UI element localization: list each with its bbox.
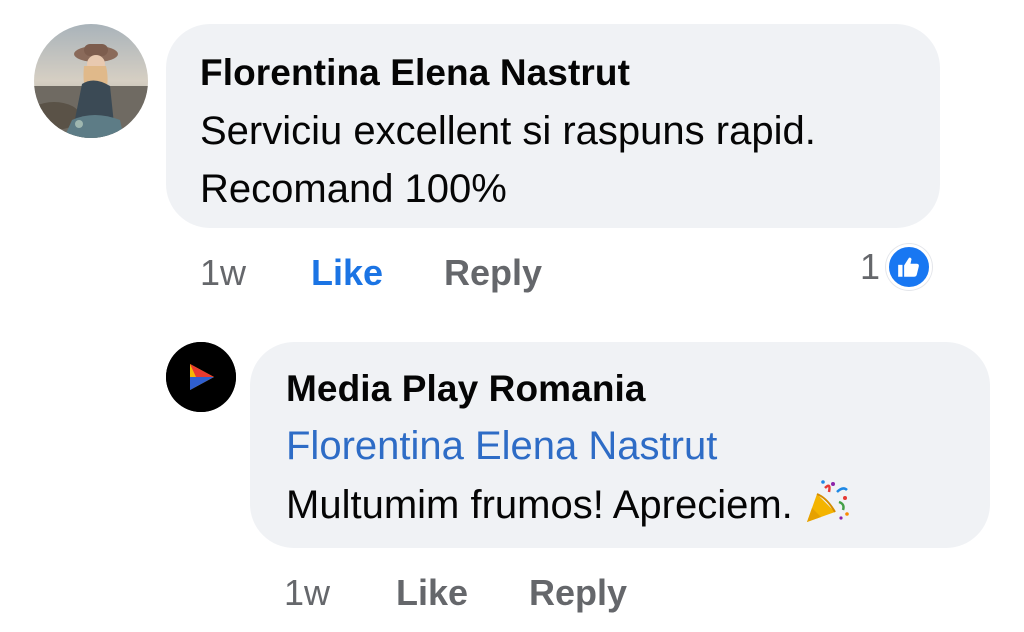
reaction-summary[interactable]: 1 — [860, 242, 933, 292]
reply-timestamp[interactable]: 1w — [284, 572, 330, 614]
reply-text: Multumim frumos! Apreciem. — [286, 476, 851, 534]
mention-link[interactable]: Florentina Elena Nastrut — [286, 424, 717, 469]
reply-bubble: Media Play Romania Florentina Elena Nast… — [250, 342, 990, 548]
like-button-reply[interactable]: Like — [396, 572, 468, 614]
media-play-logo-icon — [166, 342, 236, 412]
comment-text: Serviciu excellent si raspuns rapid. Rec… — [200, 102, 816, 218]
user-photo-avatar-icon — [34, 24, 148, 138]
page-avatar[interactable] — [166, 342, 236, 412]
reaction-count: 1 — [860, 246, 881, 287]
comment-text-line: Serviciu excellent si raspuns rapid. — [200, 109, 816, 153]
reply-button-reply[interactable]: Reply — [529, 572, 627, 614]
reply-text-content: Multumim frumos! Apreciem. — [286, 483, 793, 527]
party-popper-icon — [806, 480, 849, 522]
comment-bubble: Florentina Elena Nastrut Serviciu excell… — [166, 24, 940, 228]
reply-author[interactable]: Media Play Romania — [286, 368, 646, 410]
like-button[interactable]: Like — [311, 252, 383, 294]
thumbs-up-icon — [886, 244, 933, 290]
comment-text-line: Recomand 100% — [200, 167, 507, 211]
comment-timestamp[interactable]: 1w — [200, 252, 246, 294]
commenter-avatar[interactable] — [34, 24, 148, 138]
comment-author[interactable]: Florentina Elena Nastrut — [200, 52, 630, 94]
reply-button[interactable]: Reply — [444, 252, 542, 294]
